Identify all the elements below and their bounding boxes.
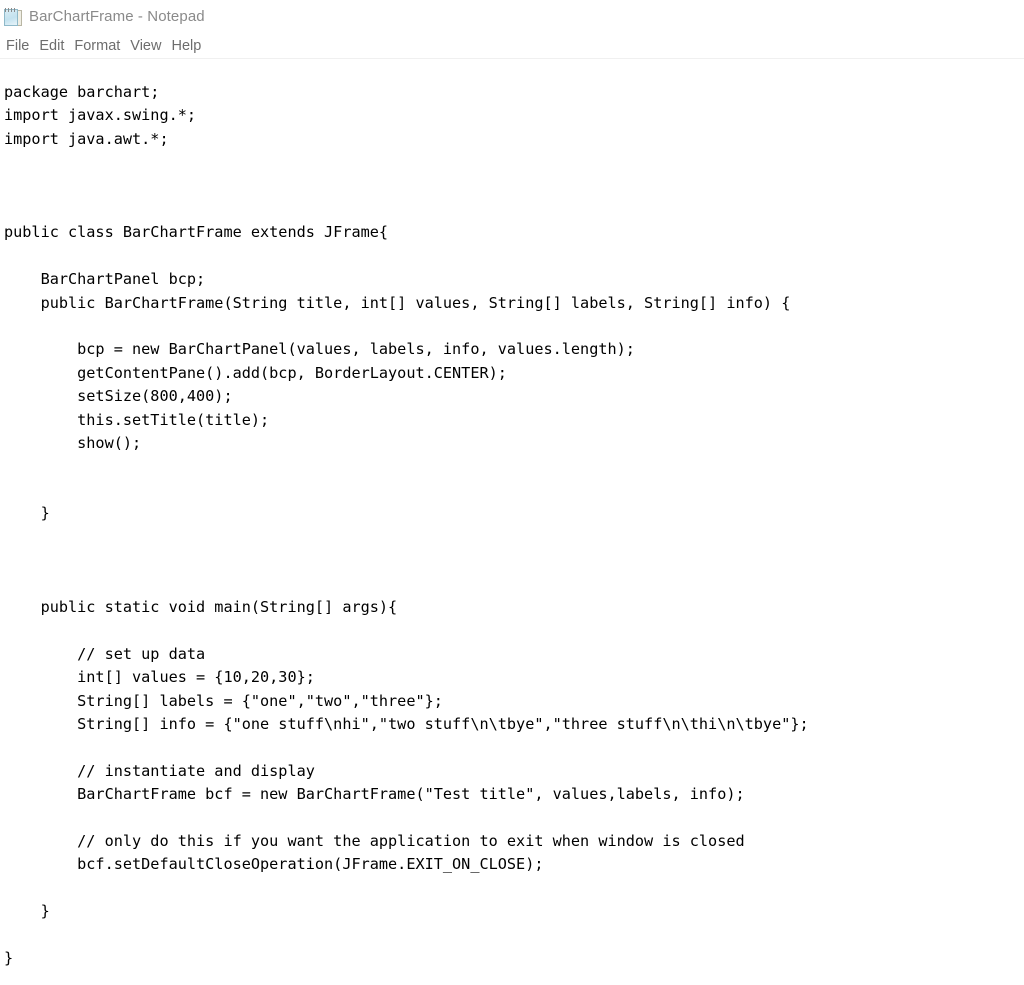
window-title: BarChartFrame - Notepad <box>29 8 205 25</box>
menu-item-format[interactable]: Format <box>74 38 127 54</box>
editor-content[interactable]: package barchart; import javax.swing.*; … <box>0 59 1024 970</box>
notepad-icon <box>4 7 23 27</box>
menu-item-edit[interactable]: Edit <box>39 38 71 54</box>
title-bar[interactable]: BarChartFrame - Notepad <box>0 0 1024 33</box>
menu-item-view[interactable]: View <box>130 38 168 54</box>
menu-item-help[interactable]: Help <box>171 38 208 54</box>
menu-item-file[interactable]: File <box>6 38 36 54</box>
editor-text-area[interactable]: package barchart; import javax.swing.*; … <box>0 59 1024 985</box>
notepad-icon-spiral-binding <box>5 7 17 12</box>
menu-bar: File Edit Format View Help <box>0 33 1024 58</box>
